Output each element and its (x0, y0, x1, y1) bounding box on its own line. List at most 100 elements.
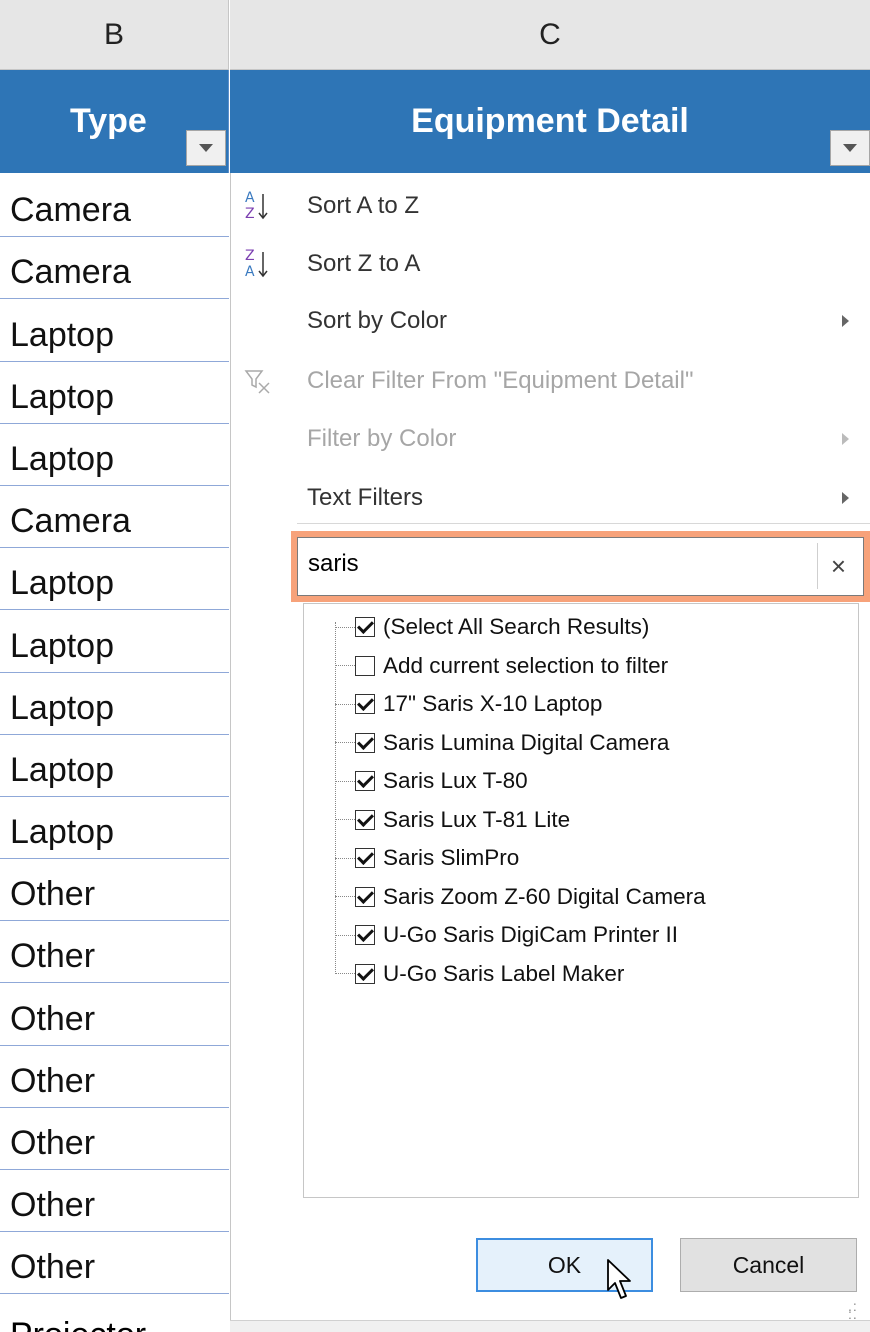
search-box: × (297, 537, 864, 596)
clear-filter-label: Clear Filter From "Equipment Detail" (307, 367, 694, 394)
checkbox-checked[interactable] (355, 732, 375, 753)
type-cell[interactable]: Laptop (0, 424, 229, 486)
resize-grip-icon[interactable]: .::. (848, 1299, 866, 1321)
type-cell[interactable]: Laptop (0, 735, 229, 797)
tree-branch (335, 703, 355, 705)
filter-list-item[interactable]: 17" Saris X-10 Laptop (335, 685, 602, 723)
filter-item-label: Saris SlimPro (383, 845, 520, 870)
tree-branch (335, 742, 355, 743)
type-cell[interactable]: Laptop (0, 299, 229, 362)
tree-branch (335, 934, 355, 936)
type-cell[interactable]: Camera (0, 486, 229, 549)
header-detail-label: Equipment Detail (411, 102, 689, 140)
clear-filter-icon (244, 370, 270, 394)
svg-text:A: A (245, 264, 255, 280)
checkbox-checked[interactable] (355, 694, 375, 714)
type-cell[interactable]: Laptop (0, 610, 229, 673)
cancel-button[interactable]: Cancel (680, 1238, 857, 1292)
filter-item-label: Saris Zoom Z-60 Digital Camera (383, 883, 706, 909)
column-header-c[interactable]: C (230, 0, 870, 70)
search-box-highlight: × (291, 531, 870, 602)
filter-item-label: U-Go Saris Label Maker (383, 960, 625, 986)
sort-a-to-z-item[interactable]: A Z Sort A to Z (231, 178, 870, 234)
text-filters-item[interactable]: Text Filters (231, 470, 870, 526)
filter-list-item[interactable]: Add current selection to filter (335, 647, 668, 685)
checkbox-checked[interactable] (355, 617, 375, 637)
filter-item-label: (Select All Search Results) (383, 614, 650, 639)
table-header-equipment-detail: Equipment Detail (230, 70, 870, 173)
filter-list-item[interactable]: Saris Lumina Digital Camera (335, 724, 669, 762)
sort-descending-icon: Z A (245, 248, 268, 280)
svg-text:Z: Z (245, 248, 255, 264)
type-cell[interactable]: Laptop (0, 797, 229, 860)
filter-list-item[interactable]: Saris Lux T-81 Lite (335, 801, 570, 839)
header-type-label: Type (70, 102, 147, 140)
submenu-arrow-icon (842, 433, 849, 445)
tree-branch (335, 819, 355, 820)
menu-separator (297, 523, 870, 524)
type-cell[interactable]: Other (0, 1232, 229, 1295)
filter-list-item[interactable]: U-Go Saris DigiCam Printer II (335, 916, 678, 954)
type-cell[interactable]: Laptop (0, 673, 229, 735)
text-filters-label: Text Filters (307, 484, 424, 511)
submenu-arrow-icon (842, 492, 849, 504)
mouse-pointer-icon (607, 1259, 631, 1299)
column-letter-b: B (103, 17, 124, 51)
column-letter-c: C (539, 17, 561, 51)
checkbox-checked[interactable] (355, 809, 375, 830)
type-cell[interactable]: Camera (0, 237, 229, 300)
type-cell[interactable]: Other (0, 1046, 229, 1108)
type-cell[interactable]: Other (0, 983, 229, 1046)
type-cell[interactable]: Laptop (0, 548, 229, 611)
tree-branch (335, 626, 355, 628)
search-input[interactable] (308, 550, 808, 578)
tree-branch (335, 665, 355, 666)
checkbox-checked[interactable] (355, 848, 375, 868)
sort-ascending-icon: A Z (245, 190, 268, 222)
filter-list-item[interactable]: U-Go Saris Label Maker (335, 955, 624, 993)
filter-list-item[interactable]: Saris Zoom Z-60 Digital Camera (335, 878, 706, 916)
checkbox-checked[interactable] (355, 771, 375, 791)
type-cell[interactable]: Camera (0, 175, 229, 238)
filter-list-item[interactable]: Saris Lux T-80 (335, 762, 528, 800)
checkbox-unchecked[interactable] (355, 655, 375, 676)
detail-filter-dropdown-button[interactable] (830, 130, 870, 166)
sort-z-to-a-label: Sort Z to A (307, 250, 421, 277)
submenu-arrow-icon (842, 315, 849, 327)
tree-branch (335, 857, 355, 859)
clear-search-icon[interactable]: × (817, 543, 859, 589)
type-cell-partial[interactable]: Projector (0, 1318, 229, 1332)
menu-bottom-edge (230, 1320, 870, 1332)
filter-item-label: Saris Lumina Digital Camera (383, 729, 670, 755)
filter-by-color-item: Filter by Color (231, 411, 870, 467)
filter-item-label: Saris Lux T-81 Lite (383, 806, 571, 832)
clear-filter-item: Clear Filter From "Equipment Detail" (231, 353, 870, 409)
sort-by-color-item[interactable]: Sort by Color (231, 293, 870, 349)
column-header-b[interactable]: B (0, 0, 229, 70)
filter-item-label: 17" Saris X-10 Laptop (383, 691, 603, 716)
filter-values-list[interactable]: (Select All Search Results) Add current s… (303, 603, 859, 1198)
checkbox-checked[interactable] (355, 963, 375, 984)
type-column-cells: Camera Camera Laptop Laptop Laptop Camera Lapt… (0, 175, 229, 1295)
type-filter-dropdown-button[interactable] (186, 130, 226, 166)
filter-item-label: Add current selection to filter (383, 652, 669, 678)
filter-item-label: U-Go Saris DigiCam Printer II (383, 922, 679, 947)
filter-list-item[interactable]: (Select All Search Results) (335, 608, 649, 646)
type-cell[interactable]: Laptop (0, 362, 229, 424)
checkbox-checked[interactable] (355, 925, 375, 945)
checkbox-checked[interactable] (355, 886, 375, 907)
sort-a-to-z-label: Sort A to Z (307, 192, 420, 219)
type-cell[interactable]: Other (0, 921, 229, 984)
sort-z-to-a-item[interactable]: Z A Sort Z to A (231, 236, 870, 292)
tree-branch (335, 896, 355, 897)
filter-list-item[interactable]: Saris SlimPro (335, 839, 519, 877)
type-cell[interactable]: Other (0, 1108, 229, 1170)
filter-by-color-label: Filter by Color (307, 425, 457, 452)
filter-item-label: Saris Lux T-80 (383, 768, 528, 793)
sort-by-color-label: Sort by Color (307, 307, 448, 334)
type-cell[interactable]: Other (0, 859, 229, 922)
tree-branch (335, 973, 355, 974)
type-cell[interactable]: Other (0, 1170, 229, 1233)
svg-text:Z: Z (245, 206, 255, 222)
tree-branch (335, 780, 355, 782)
